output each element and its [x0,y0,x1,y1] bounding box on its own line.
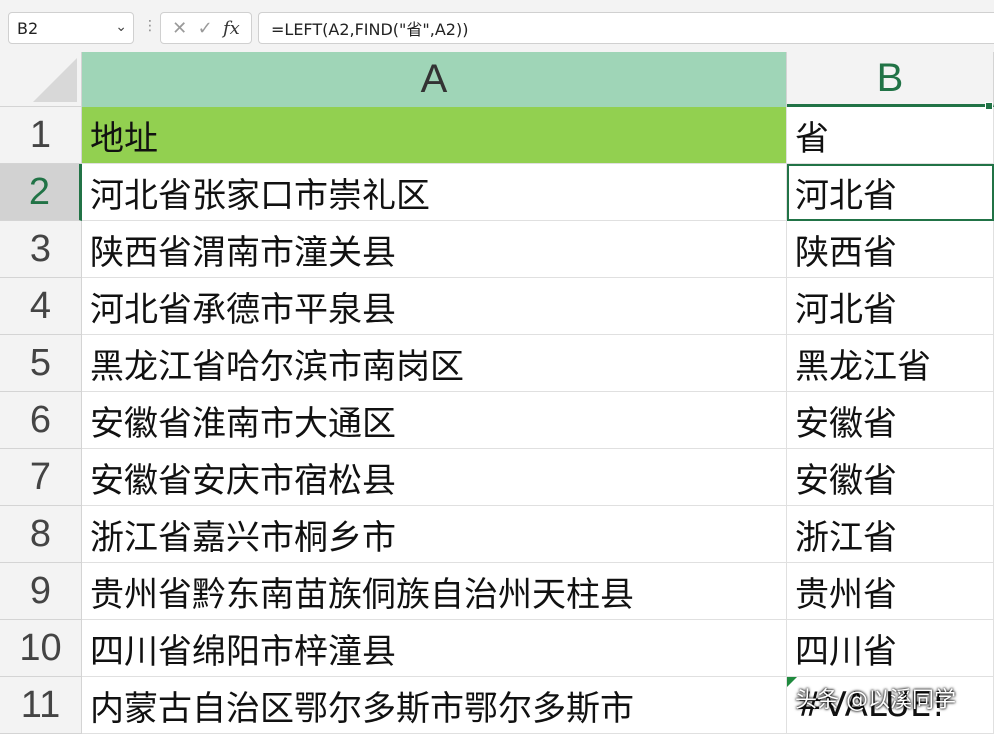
table-row: 2 河北省张家口市崇礼区 河北省 [0,164,994,221]
name-box[interactable]: B2 ⌄ [8,12,134,44]
cell-a2[interactable]: 河北省张家口市崇礼区 [82,164,787,221]
column-header-a[interactable]: A [82,52,787,107]
fill-handle[interactable] [985,102,993,110]
more-options-icon[interactable]: ⋮ [143,18,157,34]
row-header[interactable]: 8 [0,506,82,563]
select-all-corner[interactable] [0,52,82,107]
cell-a3[interactable]: 陕西省渭南市潼关县 [82,221,787,278]
row-header[interactable]: 2 [0,164,82,221]
row-header[interactable]: 6 [0,392,82,449]
row-header[interactable]: 11 [0,677,82,734]
table-row: 10 四川省绵阳市梓潼县 四川省 [0,620,994,677]
cell-b2[interactable]: 河北省 [787,164,994,221]
cell-a10[interactable]: 四川省绵阳市梓潼县 [82,620,787,677]
table-row: 9 贵州省黔东南苗族侗族自治州天柱县 贵州省 [0,563,994,620]
cancel-icon[interactable]: ✕ [172,18,187,39]
row-header[interactable]: 9 [0,563,82,620]
table-row: 1 地址 省 [0,107,994,164]
rows-container: 1 地址 省 2 河北省张家口市崇礼区 河北省 3 陕西省渭南市潼关县 陕西省 … [0,107,994,734]
row-header[interactable]: 5 [0,335,82,392]
cell-b6[interactable]: 安徽省 [787,392,994,449]
cell-a4[interactable]: 河北省承德市平泉县 [82,278,787,335]
cell-a5[interactable]: 黑龙江省哈尔滨市南岗区 [82,335,787,392]
table-row: 3 陕西省渭南市潼关县 陕西省 [0,221,994,278]
cell-b1[interactable]: 省 [787,107,994,164]
cell-a8[interactable]: 浙江省嘉兴市桐乡市 [82,506,787,563]
watermark: 头条 @以溪同学 [795,688,956,713]
chevron-down-icon[interactable]: ⌄ [115,19,127,35]
row-header[interactable]: 3 [0,221,82,278]
insert-function-icon[interactable]: fx [223,18,240,39]
table-row: 4 河北省承德市平泉县 河北省 [0,278,994,335]
cell-a11[interactable]: 内蒙古自治区鄂尔多斯市鄂尔多斯市 [82,677,787,734]
table-row: 8 浙江省嘉兴市桐乡市 浙江省 [0,506,994,563]
table-row: 6 安徽省淮南市大通区 安徽省 [0,392,994,449]
formula-buttons: ✕ ✓ fx [160,12,252,44]
cell-b9[interactable]: 贵州省 [787,563,994,620]
cell-a1[interactable]: 地址 [82,107,787,164]
formula-text: =LEFT(A2,FIND("省",A2)) [271,20,469,39]
cell-b10[interactable]: 四川省 [787,620,994,677]
name-box-value: B2 [17,18,39,38]
row-header[interactable]: 4 [0,278,82,335]
cell-b4[interactable]: 河北省 [787,278,994,335]
check-icon[interactable]: ✓ [198,18,213,39]
cell-a7[interactable]: 安徽省安庆市宿松县 [82,449,787,506]
table-row: 5 黑龙江省哈尔滨市南岗区 黑龙江省 [0,335,994,392]
row-header[interactable]: 1 [0,107,82,164]
cell-b3[interactable]: 陕西省 [787,221,994,278]
cell-a9[interactable]: 贵州省黔东南苗族侗族自治州天柱县 [82,563,787,620]
cell-a6[interactable]: 安徽省淮南市大通区 [82,392,787,449]
cell-b5[interactable]: 黑龙江省 [787,335,994,392]
table-row: 7 安徽省安庆市宿松县 安徽省 [0,449,994,506]
row-header[interactable]: 7 [0,449,82,506]
column-header-b[interactable]: B [787,52,994,107]
cell-b7[interactable]: 安徽省 [787,449,994,506]
spreadsheet-grid: A B 1 地址 省 2 河北省张家口市崇礼区 河北省 3 陕西省渭南市潼关县 … [0,52,994,736]
row-header[interactable]: 10 [0,620,82,677]
cell-b8[interactable]: 浙江省 [787,506,994,563]
formula-bar-area: B2 ⌄ ⋮ ✕ ✓ fx =LEFT(A2,FIND("省",A2)) [0,0,994,52]
formula-input[interactable]: =LEFT(A2,FIND("省",A2)) [258,12,994,44]
